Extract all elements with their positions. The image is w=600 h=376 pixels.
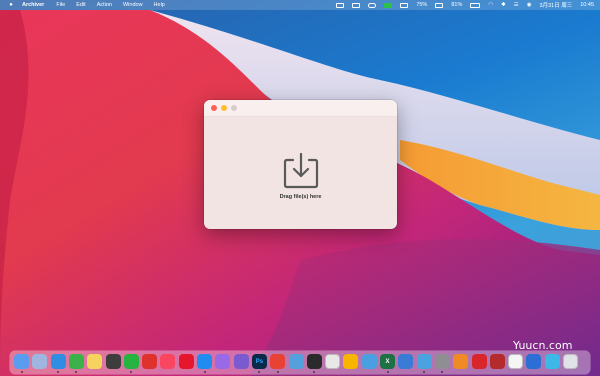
close-button[interactable] [211, 105, 217, 111]
status-link-icon[interactable] [368, 2, 377, 8]
status-app-icon[interactable] [336, 2, 345, 8]
status-display-icon[interactable] [352, 2, 361, 8]
drop-label: Drag file(s) here [279, 194, 322, 200]
dock-running-indicator [75, 371, 78, 373]
notes-icon[interactable] [87, 354, 103, 369]
dock-running-indicator [57, 371, 60, 373]
facetime-icon[interactable] [68, 354, 84, 369]
status-battery-2[interactable]: 81% [451, 2, 462, 8]
qq-icon[interactable] [105, 354, 121, 369]
dock-running-indicator [313, 371, 316, 373]
battery-percent-2: 81% [451, 2, 463, 8]
battery-icon[interactable] [470, 2, 481, 8]
wifi-icon[interactable]: ◠ [488, 2, 493, 8]
menu-edit[interactable]: Edit [76, 2, 85, 8]
weibo-icon[interactable] [178, 354, 194, 369]
launchpad-icon[interactable] [32, 354, 48, 369]
preview-icon[interactable] [508, 354, 524, 369]
menu-action[interactable]: Action [97, 2, 112, 8]
menu-help[interactable]: Help [154, 2, 165, 8]
cloud-icon[interactable] [361, 354, 377, 369]
menu-file[interactable]: File [56, 2, 65, 8]
music-icon[interactable] [160, 354, 176, 369]
pencil-app-icon[interactable] [325, 354, 341, 369]
status-battery-1[interactable]: 75% [416, 2, 427, 8]
settings-icon[interactable] [434, 354, 450, 369]
pixelmator-icon[interactable] [215, 354, 231, 369]
news-icon[interactable] [471, 354, 487, 369]
dock-running-indicator [423, 371, 426, 373]
control-center-icon[interactable]: ☰ [514, 2, 519, 8]
app-store-icon[interactable] [197, 354, 212, 369]
watermark: Yuucn.com [513, 339, 573, 352]
dock-running-indicator [386, 371, 389, 373]
network-icon[interactable] [416, 354, 432, 369]
sketch-icon[interactable] [343, 354, 359, 369]
apple-menu-icon[interactable]: ● [7, 2, 15, 8]
safari-icon[interactable] [50, 354, 66, 369]
screen-icon[interactable] [544, 354, 560, 369]
menu-bar: ● Archiver File Edit Action Window Help … [0, 0, 600, 10]
download-tray-icon [283, 152, 319, 189]
affinity-icon[interactable] [233, 354, 249, 369]
dock-running-indicator [20, 371, 23, 373]
dock-running-indicator [276, 371, 279, 373]
dock-running-indicator [203, 371, 206, 373]
window-titlebar[interactable] [204, 100, 397, 117]
dock: Ps X [10, 351, 590, 374]
trash-icon[interactable] [563, 354, 578, 369]
siri-icon[interactable]: ◉ [527, 2, 532, 8]
bluetooth-icon[interactable]: ✱ [501, 2, 506, 8]
zoom-button[interactable] [231, 105, 237, 111]
menu-app-name[interactable]: Archiver [22, 2, 44, 8]
drop-zone[interactable]: Drag file(s) here [204, 116, 397, 229]
finder-icon[interactable] [14, 354, 29, 369]
menu-window[interactable]: Window [123, 2, 143, 8]
dock-running-indicator [441, 371, 444, 373]
excel-icon[interactable]: X [380, 354, 395, 369]
status-camera-icon[interactable] [400, 2, 409, 8]
battery-percent-1: 75% [416, 2, 428, 8]
archiver-window: Drag file(s) here [204, 100, 397, 229]
photoshop-icon[interactable]: Ps [251, 354, 267, 369]
menu-time[interactable]: 10:45 [580, 2, 594, 8]
terminal-icon[interactable] [306, 354, 322, 369]
video-icon[interactable] [489, 354, 505, 369]
mail-icon[interactable] [526, 354, 542, 369]
desktop: ● Archiver File Edit Action Window Help … [0, 0, 600, 376]
minimize-button[interactable] [221, 105, 227, 111]
status-battery-icon[interactable] [435, 2, 444, 8]
dock-running-indicator [258, 371, 261, 373]
pinwheel-icon[interactable] [453, 354, 469, 369]
status-wechat-icon[interactable] [384, 2, 393, 8]
edit-app-icon[interactable] [398, 354, 414, 369]
menu-date[interactable]: 3月31日 周三 [540, 1, 573, 9]
dock-running-indicator [130, 371, 133, 373]
pinduoduo-icon[interactable] [142, 354, 158, 369]
sequel-icon[interactable] [288, 354, 304, 369]
wechat-icon[interactable] [123, 354, 139, 369]
chrome-icon[interactable] [270, 354, 286, 369]
